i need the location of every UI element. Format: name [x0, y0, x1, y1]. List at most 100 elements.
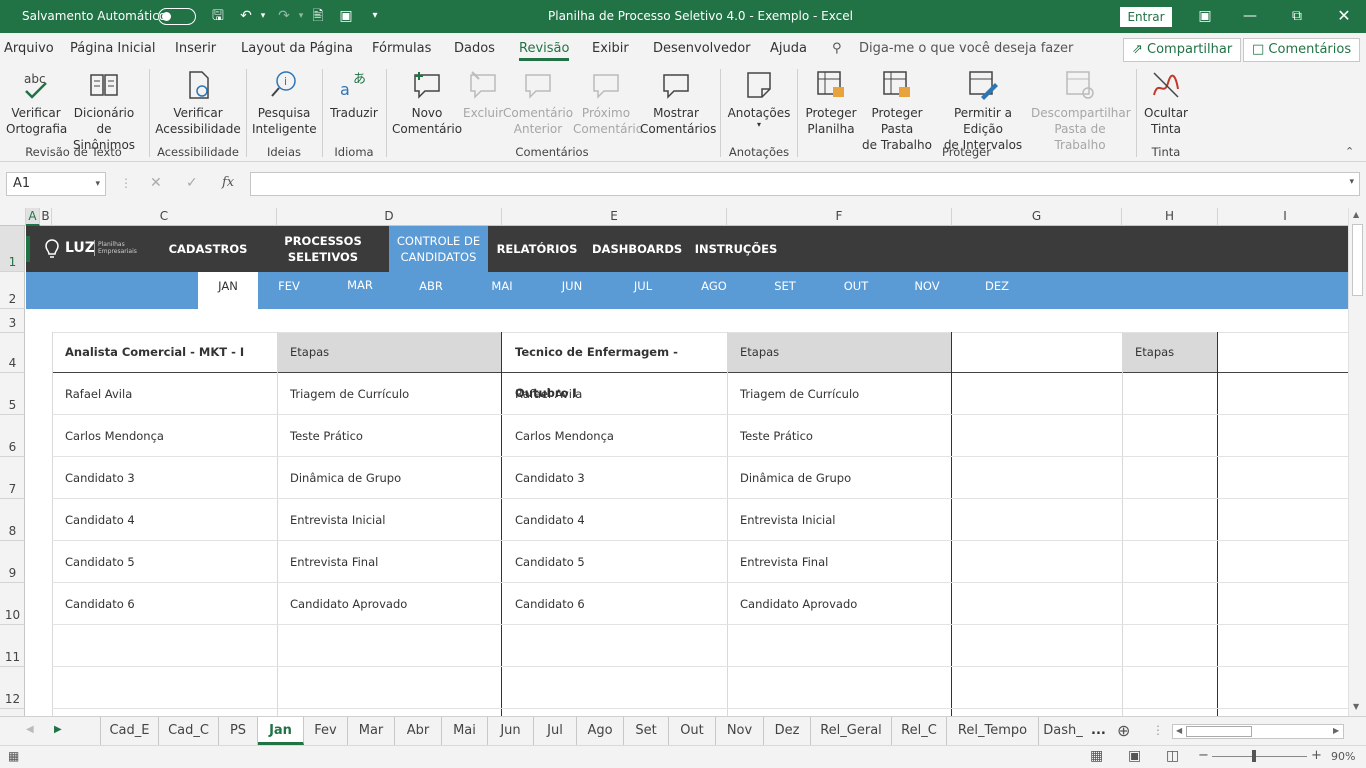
- chevron-down-icon[interactable]: ▾: [95, 173, 100, 195]
- sheet-tab[interactable]: Nov: [716, 717, 764, 745]
- sheet-tab[interactable]: Jun: [488, 717, 534, 745]
- formula-input[interactable]: ▾: [250, 172, 1360, 196]
- vertical-scrollbar[interactable]: ▲ ▼: [1348, 208, 1366, 716]
- unshare-workbook-button[interactable]: Descompartilhar Pasta de Trabalho: [1031, 69, 1131, 153]
- insert-function-icon[interactable]: fx: [222, 175, 234, 190]
- month-mar[interactable]: MAR: [330, 272, 390, 309]
- stage-cell[interactable]: Entrevista Final: [727, 555, 828, 569]
- stage-cell[interactable]: Triagem de Currículo: [727, 387, 859, 401]
- tab-dados[interactable]: Dados: [454, 41, 495, 56]
- candidate-cell[interactable]: Candidato 3: [52, 471, 135, 485]
- column-header-a[interactable]: A: [26, 208, 40, 226]
- autosave-toggle[interactable]: [158, 8, 196, 25]
- row-header[interactable]: 3: [0, 309, 25, 333]
- tab-desenvolvedor[interactable]: Desenvolvedor: [653, 41, 751, 56]
- month-out[interactable]: OUT: [826, 272, 886, 309]
- row-header[interactable]: 9: [0, 541, 25, 583]
- month-mai[interactable]: MAI: [472, 272, 532, 309]
- sheet-tab[interactable]: Abr: [395, 717, 442, 745]
- row-header[interactable]: 5: [0, 373, 25, 415]
- sheet-tab[interactable]: Cad_C: [159, 717, 219, 745]
- translate-button[interactable]: aあ Traduzir: [328, 69, 380, 121]
- column-header-g[interactable]: G: [952, 208, 1122, 226]
- page-break-view-icon[interactable]: ◫: [1166, 748, 1179, 764]
- zoom-in-icon[interactable]: +: [1311, 748, 1322, 763]
- share-button[interactable]: ⇗ Compartilhar: [1123, 38, 1242, 62]
- tab-scroll-left-icon[interactable]: ◀: [26, 724, 34, 735]
- nav-instrucoes[interactable]: INSTRUÇÕES: [694, 241, 778, 257]
- stage-cell[interactable]: Teste Prático: [727, 429, 813, 443]
- candidate-cell[interactable]: Candidato 5: [52, 555, 135, 569]
- sheet-tab-active[interactable]: Jan: [258, 717, 304, 745]
- column-header-c[interactable]: C: [52, 208, 277, 226]
- row-header[interactable]: 2: [0, 272, 25, 309]
- month-jun[interactable]: JUN: [542, 272, 602, 309]
- macro-record-icon[interactable]: ▦: [8, 749, 19, 763]
- sheet-tab[interactable]: Out: [669, 717, 716, 745]
- candidate-cell[interactable]: Carlos Mendonça: [52, 429, 164, 443]
- tab-split-icon[interactable]: ⋮: [1152, 723, 1164, 737]
- column-header-f[interactable]: F: [727, 208, 952, 226]
- tab-pagina-inicial[interactable]: Página Inicial: [70, 41, 155, 56]
- stage-cell[interactable]: Candidato Aprovado: [727, 597, 857, 611]
- stage-cell[interactable]: Candidato Aprovado: [277, 597, 407, 611]
- candidate-cell[interactable]: Candidato 4: [502, 513, 585, 527]
- stage-cell[interactable]: Entrevista Inicial: [727, 513, 835, 527]
- month-dez[interactable]: DEZ: [967, 272, 1027, 309]
- collapse-ribbon-icon[interactable]: ⌃: [1345, 145, 1354, 158]
- tab-formulas[interactable]: Fórmulas: [372, 41, 431, 56]
- nav-dashboards[interactable]: DASHBOARDS: [592, 241, 682, 257]
- candidate-cell[interactable]: Rafael Avila: [52, 387, 132, 401]
- previous-comment-button[interactable]: Comentário Anterior: [503, 69, 573, 137]
- new-comment-button[interactable]: Novo Comentário: [392, 69, 462, 137]
- sheet-tab[interactable]: Jul: [534, 717, 577, 745]
- expand-formula-icon[interactable]: ▾: [1349, 177, 1354, 187]
- camera-icon[interactable]: ▣: [338, 8, 354, 24]
- sheet-tab[interactable]: Dash_: [1039, 717, 1087, 745]
- cancel-icon[interactable]: ✕: [150, 175, 162, 191]
- stage-header-3[interactable]: Etapas: [1122, 332, 1218, 373]
- minimize-icon[interactable]: —: [1242, 8, 1258, 24]
- spelling-button[interactable]: abc Verificar Ortografia: [6, 69, 67, 137]
- month-fev[interactable]: FEV: [259, 272, 319, 309]
- process-title-1[interactable]: Analista Comercial - MKT - I: [52, 332, 277, 373]
- row-header[interactable]: [0, 709, 25, 716]
- stage-cell[interactable]: Entrevista Final: [277, 555, 378, 569]
- candidate-cell[interactable]: Candidato 5: [502, 555, 585, 569]
- month-nov[interactable]: NOV: [897, 272, 957, 309]
- protect-sheet-button[interactable]: Proteger Planilha: [804, 69, 858, 137]
- tab-inserir[interactable]: Inserir: [175, 41, 216, 56]
- stage-cell[interactable]: Dinâmica de Grupo: [277, 471, 401, 485]
- allow-edit-ranges-button[interactable]: Permitir a Edição de Intervalos: [937, 69, 1029, 153]
- row-header[interactable]: 6: [0, 415, 25, 457]
- candidate-cell[interactable]: Candidato 3: [502, 471, 585, 485]
- normal-view-icon[interactable]: ▦: [1090, 748, 1103, 764]
- undo-icon[interactable]: ↶: [238, 8, 254, 24]
- sheet-tab[interactable]: Fev: [304, 717, 348, 745]
- tell-me-input[interactable]: Diga-me o que você deseja fazer: [859, 41, 1073, 56]
- stage-header-2[interactable]: Etapas: [727, 332, 952, 373]
- select-all-corner[interactable]: [0, 208, 26, 226]
- candidate-cell[interactable]: Candidato 6: [502, 597, 585, 611]
- smart-lookup-button[interactable]: i Pesquisa Inteligente: [252, 69, 317, 137]
- sheet-tab[interactable]: Mar: [348, 717, 395, 745]
- candidate-cell[interactable]: Carlos Mendonça: [502, 429, 614, 443]
- restore-icon[interactable]: ⧉: [1289, 8, 1305, 24]
- candidate-cell[interactable]: Rafael Avila: [502, 387, 582, 401]
- column-header-i[interactable]: I: [1218, 208, 1348, 226]
- next-comment-button[interactable]: Próximo Comentário: [573, 69, 643, 137]
- stage-cell[interactable]: Teste Prático: [277, 429, 363, 443]
- customize-toolbar-icon[interactable]: ▾: [367, 8, 383, 24]
- row-header[interactable]: 4: [0, 333, 25, 373]
- undo-dropdown-icon[interactable]: ▾: [255, 8, 271, 24]
- month-jan[interactable]: JAN: [198, 272, 258, 309]
- stage-cell[interactable]: Dinâmica de Grupo: [727, 471, 851, 485]
- show-comments-button[interactable]: Mostrar Comentários: [640, 69, 716, 137]
- month-jul[interactable]: JUL: [613, 272, 673, 309]
- hscroll-thumb[interactable]: [1186, 726, 1252, 737]
- candidate-cell[interactable]: Candidato 4: [52, 513, 135, 527]
- add-sheet-icon[interactable]: ⊕: [1117, 721, 1130, 740]
- sheet-tab[interactable]: PS: [219, 717, 258, 745]
- ribbon-display-icon[interactable]: ▣: [1197, 8, 1213, 24]
- sheet-tab[interactable]: Rel_C: [892, 717, 947, 745]
